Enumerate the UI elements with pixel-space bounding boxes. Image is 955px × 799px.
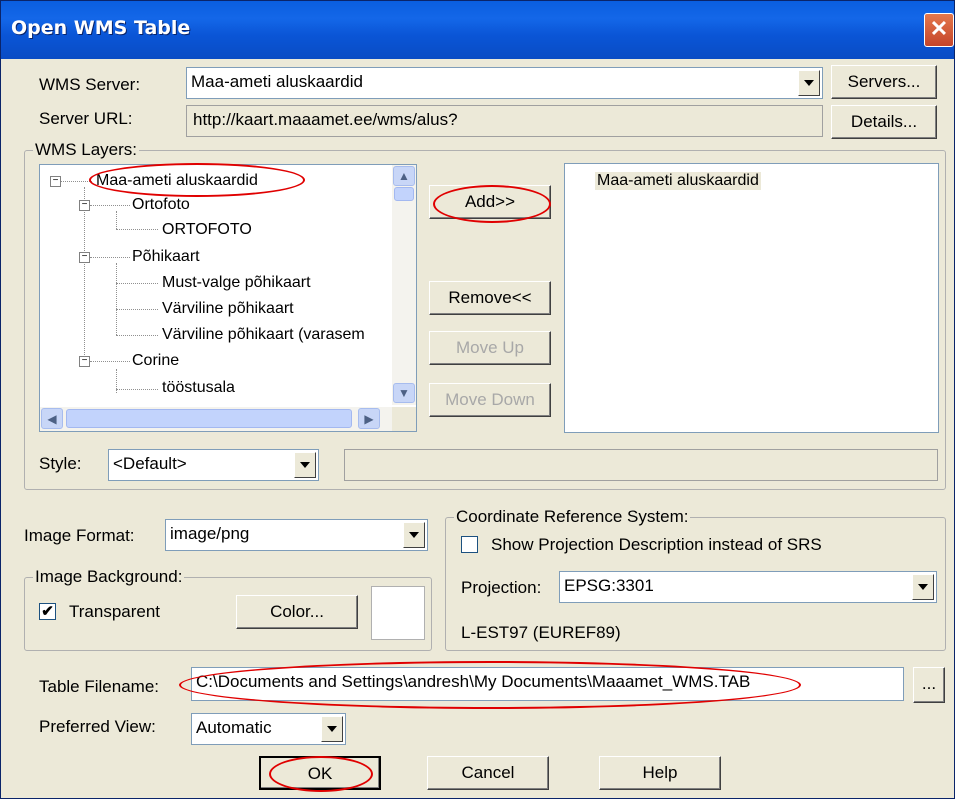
cancel-button[interactable]: Cancel (427, 756, 549, 790)
tree-connector (116, 335, 158, 336)
crs-group-label: Coordinate Reference System: (454, 507, 691, 527)
scroll-corner (392, 407, 416, 431)
image-format-dropdown-arrow[interactable] (403, 522, 425, 548)
title-bar[interactable]: Open WMS Table ✕ (1, 1, 954, 59)
tree-node[interactable]: Maa-ameti aluskaardid (96, 172, 258, 190)
tree-connector (60, 181, 92, 182)
style-value: <Default> (113, 454, 187, 473)
move-down-button[interactable]: Move Down (429, 383, 551, 417)
chevron-down-icon (409, 532, 419, 538)
preferred-view-dropdown-arrow[interactable] (321, 716, 343, 742)
scroll-right-button[interactable]: ▶ (358, 408, 380, 429)
scroll-thumb[interactable] (394, 187, 414, 201)
image-format-value: image/png (170, 524, 250, 543)
chevron-down-icon (918, 584, 928, 590)
close-icon: ✕ (929, 16, 949, 41)
wms-server-value: Maa-ameti aluskaardid (191, 72, 363, 91)
wms-server-dropdown-arrow[interactable] (798, 70, 820, 96)
tree-connector (116, 229, 158, 230)
color-button[interactable]: Color... (236, 595, 358, 629)
layer-tree-vscrollbar[interactable]: ▲ ▼ (392, 165, 416, 405)
style-label: Style: (39, 454, 82, 473)
layer-tree[interactable]: − − − − Maa-ameti aluskaardid Ortofoto O… (39, 164, 417, 432)
chevron-up-icon: ▲ (398, 169, 410, 183)
tree-connector (116, 211, 117, 229)
projection-value: EPSG:3301 (564, 576, 654, 595)
preferred-view-label: Preferred View: (39, 717, 156, 736)
add-layer-button[interactable]: Add>> (429, 185, 551, 219)
chevron-left-icon: ◀ (47, 411, 57, 426)
image-format-select[interactable]: image/png (165, 519, 428, 551)
chevron-down-icon: ▼ (398, 386, 410, 400)
server-url-label: Server URL: (39, 109, 133, 128)
tree-node[interactable]: Põhikaart (132, 248, 200, 266)
tree-connector (90, 361, 130, 362)
wms-server-select[interactable]: Maa-ameti aluskaardid (186, 67, 823, 99)
projection-dropdown-arrow[interactable] (912, 574, 934, 600)
tree-node[interactable]: Värviline põhikaart (162, 300, 294, 318)
image-background-group-label: Image Background: (33, 567, 185, 587)
tree-connector (116, 283, 158, 284)
tree-connector (116, 263, 117, 335)
projection-name: L-EST97 (EUREF89) (461, 623, 621, 642)
table-filename-input[interactable]: C:\Documents and Settings\andresh\My Doc… (191, 667, 904, 701)
checkmark-icon: ✔ (41, 603, 54, 620)
wms-layers-group-label: WMS Layers: (33, 140, 140, 160)
remove-layer-button[interactable]: Remove<< (429, 281, 551, 315)
style-description-field (344, 449, 938, 481)
open-wms-table-dialog: Open WMS Table ✕ WMS Server: Maa-ameti a… (0, 0, 955, 799)
image-format-label: Image Format: (24, 526, 135, 545)
collapse-icon[interactable]: − (79, 252, 90, 263)
window-title: Open WMS Table (11, 17, 191, 39)
ok-button[interactable]: OK (259, 756, 381, 790)
chevron-down-icon (327, 726, 337, 732)
collapse-icon[interactable]: − (50, 176, 61, 187)
tree-connector (90, 257, 130, 258)
scroll-up-button[interactable]: ▲ (393, 166, 415, 186)
show-projection-description-checkbox[interactable] (461, 536, 478, 553)
scroll-left-button[interactable]: ◀ (41, 408, 63, 429)
tree-connector (116, 389, 158, 390)
tree-connector (116, 309, 158, 310)
color-swatch (371, 586, 425, 640)
style-select[interactable]: <Default> (108, 449, 319, 481)
close-button[interactable]: ✕ (924, 13, 954, 47)
tree-node[interactable]: tööstusala (162, 379, 235, 397)
collapse-icon[interactable]: − (79, 356, 90, 367)
transparent-checkbox[interactable]: ✔ (39, 603, 56, 620)
tree-connector (90, 205, 130, 206)
move-up-button[interactable]: Move Up (429, 331, 551, 365)
list-item[interactable]: Maa-ameti aluskaardid (595, 172, 761, 190)
show-projection-description-label: Show Projection Description instead of S… (491, 535, 822, 554)
chevron-right-icon: ▶ (364, 411, 374, 426)
scroll-down-button[interactable]: ▼ (393, 383, 415, 403)
browse-button[interactable]: ... (913, 667, 945, 703)
tree-node[interactable]: Corine (132, 352, 179, 370)
preferred-view-value: Automatic (196, 718, 272, 737)
chevron-down-icon (300, 462, 310, 468)
wms-server-label: WMS Server: (39, 75, 141, 94)
projection-select[interactable]: EPSG:3301 (559, 571, 937, 603)
details-button[interactable]: Details... (831, 105, 937, 139)
servers-button[interactable]: Servers... (831, 65, 937, 99)
tree-node[interactable]: Värviline põhikaart (varasem (162, 326, 365, 344)
style-dropdown-arrow[interactable] (294, 452, 316, 478)
table-filename-value: C:\Documents and Settings\andresh\My Doc… (196, 672, 751, 691)
server-url-field: http://kaart.maaamet.ee/wms/alus? (186, 105, 823, 137)
tree-node[interactable]: Must-valge põhikaart (162, 274, 311, 292)
selected-layers-list[interactable]: Maa-ameti aluskaardid (564, 163, 939, 433)
tree-node[interactable]: ORTOFOTO (162, 221, 252, 239)
layer-tree-hscrollbar[interactable]: ◀ ▶ (40, 407, 392, 431)
transparent-label: Transparent (69, 602, 161, 621)
help-button[interactable]: Help (599, 756, 721, 790)
collapse-icon[interactable]: − (79, 200, 90, 211)
chevron-down-icon (804, 80, 814, 86)
preferred-view-select[interactable]: Automatic (191, 713, 346, 745)
hscroll-thumb[interactable] (66, 409, 352, 428)
table-filename-label: Table Filename: (39, 677, 160, 696)
tree-node[interactable]: Ortofoto (132, 196, 190, 214)
projection-label: Projection: (461, 578, 542, 597)
tree-connector (84, 187, 85, 355)
